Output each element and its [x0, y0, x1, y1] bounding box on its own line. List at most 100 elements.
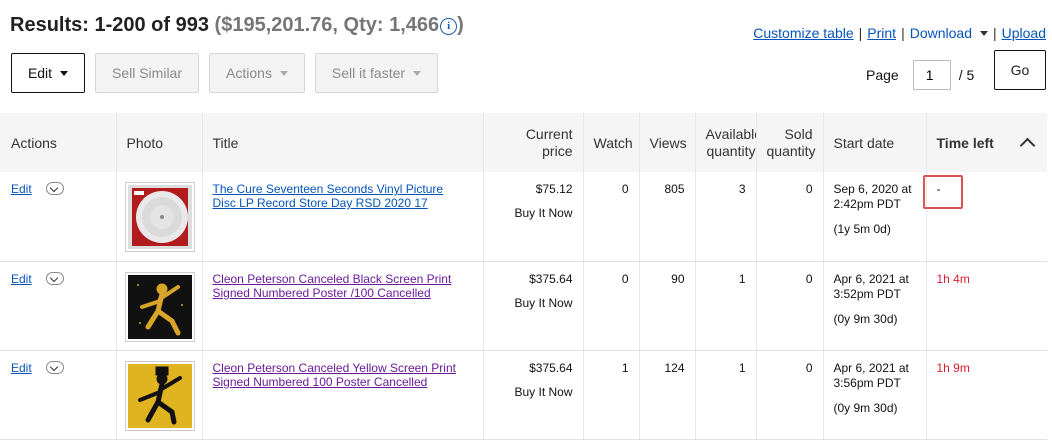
col-photo: Photo [116, 113, 203, 172]
row-price: $375.64 Buy It Now [483, 261, 584, 351]
edit-button-label: Edit [27, 65, 53, 81]
item-thumbnail[interactable] [124, 271, 195, 342]
format-label: Buy It Now [514, 384, 573, 399]
info-icon[interactable]: i [440, 18, 458, 35]
table-row: Edit Cleon Peterson Canceled Yellow Scre… [0, 350, 1047, 440]
col-current-price-line1: Current [525, 125, 573, 142]
item-thumbnail[interactable] [124, 182, 195, 252]
format-label: Buy It Now [514, 206, 573, 220]
row-views: 805 [639, 172, 696, 262]
chevron-down-icon[interactable] [45, 360, 64, 374]
start-date-line1: Sep 6, 2020 at [833, 182, 912, 196]
results-summary-close: ) [457, 14, 464, 36]
start-date-line2: 2:42pm PDT [833, 197, 901, 211]
row-available: 1 [695, 261, 757, 351]
row-watch: 0 [583, 261, 640, 351]
row-photo [116, 350, 203, 440]
col-available-quantity[interactable]: Availablequantity [695, 113, 757, 172]
row-title: The Cure Seventeen Seconds Vinyl Picture… [202, 172, 484, 262]
link-separator: | [992, 25, 997, 41]
print-link[interactable]: Print [867, 25, 896, 41]
col-views[interactable]: Views [639, 113, 696, 172]
col-sold-line2: quantity [766, 142, 816, 159]
table-row: Edit Cleon Peterson Canceled Black Scree… [0, 261, 1047, 351]
chevron-down-icon[interactable] [45, 182, 64, 195]
listing-duration: (1y 5m 0d) [833, 222, 891, 236]
row-actions: Edit [0, 350, 117, 440]
results-heading: Results: 1-200 of 993 ($195,201.76, Qty:… [10, 14, 464, 37]
listing-duration: (0y 9m 30d) [833, 311, 898, 326]
sell-similar-label: Sell Similar [111, 65, 182, 81]
col-time-left[interactable]: Time left [926, 113, 1047, 172]
page-number-input[interactable] [912, 60, 951, 90]
row-price: $375.64 Buy It Now [483, 350, 584, 440]
download-dropdown[interactable]: Download [910, 25, 988, 41]
pagination: Page / 5 [866, 60, 974, 90]
link-separator: | [858, 25, 863, 41]
row-time-left: 1h 9m [926, 350, 1047, 440]
customize-table-link[interactable]: Customize table [753, 25, 853, 41]
page-total: / 5 [958, 67, 975, 83]
row-sold: 0 [756, 172, 824, 262]
row-edit-link[interactable]: Edit [11, 272, 32, 286]
go-button[interactable]: Go [994, 50, 1046, 90]
row-start-date: Apr 6, 2021 at 3:56pm PDT (0y 9m 30d) [823, 350, 927, 440]
start-date-line1: Apr 6, 2021 at [833, 360, 909, 375]
row-title: Cleon Peterson Canceled Black Screen Pri… [202, 261, 484, 351]
col-available-line1: Available [705, 125, 756, 142]
col-current-price-line2: price [542, 142, 573, 159]
row-edit-link[interactable]: Edit [11, 182, 32, 196]
caret-down-icon [279, 70, 288, 76]
upload-link[interactable]: Upload [1002, 25, 1046, 41]
yellow-poster-image [127, 363, 192, 428]
row-views: 90 [639, 261, 696, 351]
item-title-link[interactable]: The Cure Seventeen Seconds Vinyl Picture… [213, 182, 473, 210]
col-watch[interactable]: Watch [583, 113, 640, 172]
row-available: 3 [695, 172, 757, 262]
col-sold-line1: Sold [784, 125, 813, 142]
row-watch: 1 [583, 350, 640, 440]
col-sold-quantity[interactable]: Sold quantity [756, 113, 824, 172]
row-views: 124 [639, 350, 696, 440]
item-title-link[interactable]: Cleon Peterson Canceled Black Screen Pri… [213, 272, 473, 300]
row-price: $75.12 Buy It Now [483, 172, 584, 262]
col-available-line2: quantity [706, 142, 756, 159]
item-thumbnail[interactable] [124, 360, 195, 431]
row-watch: 0 [583, 172, 640, 262]
row-edit-link[interactable]: Edit [11, 361, 32, 375]
table-header-row: Actions Photo Title Current price Watch V… [0, 113, 1047, 172]
row-actions: Edit [0, 261, 117, 351]
caret-down-icon [60, 70, 69, 76]
page-label: Page [866, 67, 899, 83]
actions-button[interactable]: Actions [209, 53, 305, 93]
table-row: Edit The Cure Seventeen Seconds Vinyl Pi… [0, 172, 1047, 262]
chevron-up-icon[interactable] [1019, 137, 1036, 154]
edit-button[interactable]: Edit [11, 53, 85, 93]
col-start-date[interactable]: Start date [823, 113, 927, 172]
row-start-date: Sep 6, 2020 at 2:42pm PDT (1y 5m 0d) [823, 172, 927, 262]
start-date-line2: 3:52pm PDT [833, 286, 901, 301]
price-value: $375.64 [529, 271, 573, 286]
start-date-line2: 3:56pm PDT [833, 375, 901, 390]
row-start-date: Apr 6, 2021 at 3:52pm PDT (0y 9m 30d) [823, 261, 927, 351]
col-current-price[interactable]: Current price [483, 113, 584, 172]
start-date-line1: Apr 6, 2021 at [833, 271, 909, 286]
sell-it-faster-label: Sell it faster [331, 65, 406, 81]
download-label: Download [909, 25, 972, 41]
highlight-annotation-box [923, 175, 963, 209]
actions-label: Actions [226, 65, 272, 81]
vinyl-disc-image [127, 185, 192, 249]
sell-similar-button[interactable]: Sell Similar [95, 53, 199, 93]
chevron-down-icon[interactable] [45, 271, 64, 285]
col-title[interactable]: Title [202, 113, 484, 172]
sell-it-faster-button[interactable]: Sell it faster [315, 53, 438, 93]
listing-duration: (0y 9m 30d) [833, 400, 898, 415]
black-poster-image [127, 274, 192, 339]
item-title-link[interactable]: Cleon Peterson Canceled Yellow Screen Pr… [213, 361, 473, 389]
top-links: Customize table | Print | Download | Upload [753, 25, 1046, 41]
listings-table: Actions Photo Title Current price Watch V… [0, 113, 1047, 440]
row-sold: 0 [756, 261, 824, 351]
col-time-left-label: Time left [936, 134, 994, 151]
results-summary: ($195,201.76, Qty: 1,466 [214, 14, 440, 36]
row-available: 1 [695, 350, 757, 440]
